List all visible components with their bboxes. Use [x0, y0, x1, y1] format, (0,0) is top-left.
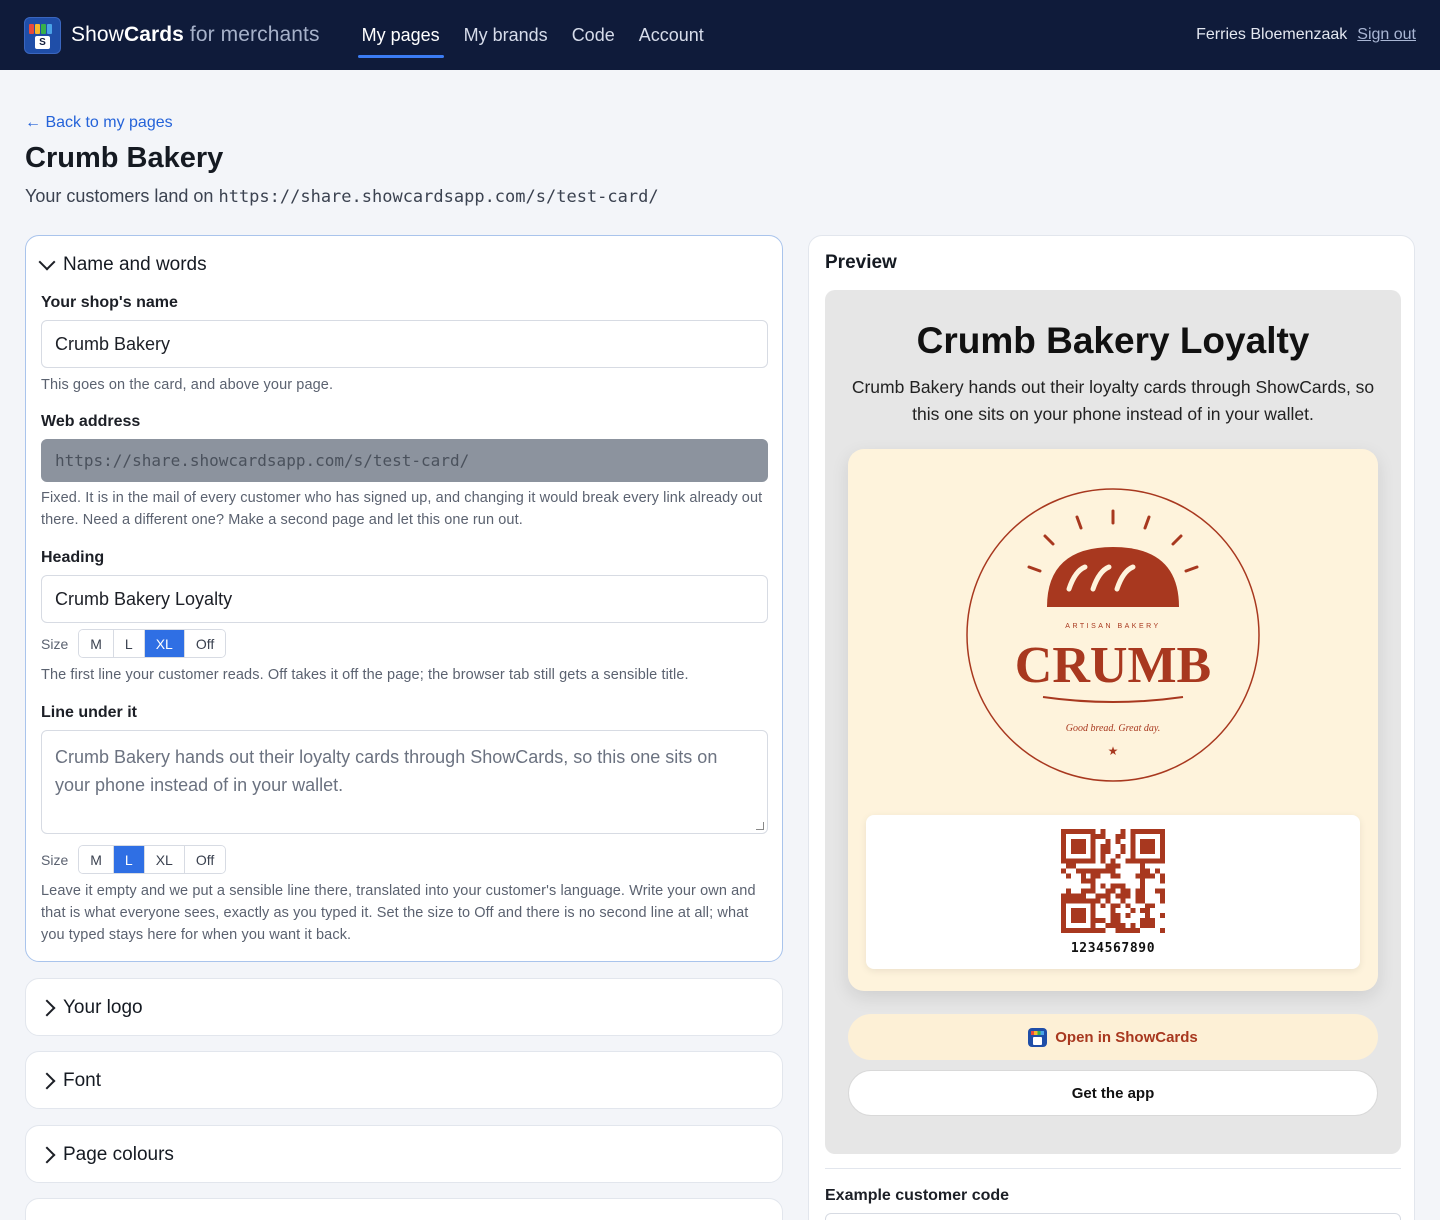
- heading-size-m[interactable]: M: [79, 630, 114, 657]
- star-icon: ★: [1108, 744, 1119, 758]
- divider: [825, 1168, 1401, 1169]
- heading-size-xl[interactable]: XL: [144, 630, 185, 657]
- back-to-my-pages-link[interactable]: ← Back to my pages: [25, 114, 173, 132]
- preview-card: ARTISAN BAKERY CRUMB Good bread. Great d…: [848, 449, 1378, 991]
- crumb-bakery-logo: ARTISAN BAKERY CRUMB Good bread. Great d…: [966, 488, 1260, 782]
- page-title: Crumb Bakery: [25, 142, 224, 174]
- customer-code: 1234567890: [1070, 941, 1156, 956]
- heading-size-label: Size: [41, 635, 69, 652]
- preview-heading: Crumb Bakery Loyalty: [916, 320, 1310, 361]
- web-address-input: https://share.showcardsapp.com/s/test-ca…: [41, 439, 768, 482]
- panel-title: Font: [63, 1070, 102, 1091]
- open-in-showcards-button[interactable]: Open in ShowCards: [848, 1014, 1378, 1060]
- heading-label: Heading: [41, 549, 105, 566]
- shop-name-field: Your shop's name Crumb Bakery This goes …: [41, 294, 768, 396]
- brand[interactable]: S ShowCards for merchants: [24, 16, 320, 54]
- logo-small-caps: ARTISAN BAKERY: [1065, 623, 1160, 630]
- line-under-label: Line under it: [41, 704, 137, 721]
- nav-code[interactable]: Code: [570, 25, 617, 46]
- barcode-box: 1234567890: [866, 815, 1360, 969]
- subtitle-prefix: Your customers land on: [25, 186, 214, 206]
- line-size-off[interactable]: Off: [184, 846, 226, 873]
- web-address-field: Web address https://share.showcardsapp.c…: [41, 413, 768, 531]
- chevron-down-icon: [38, 253, 56, 271]
- shop-name-label: Your shop's name: [41, 294, 178, 311]
- your-logo-panel[interactable]: Your logo: [25, 978, 783, 1036]
- line-size-selector: M L XL Off: [78, 845, 227, 874]
- shop-name-input[interactable]: Crumb Bakery: [41, 320, 768, 368]
- heading-size-selector: M L XL Off: [78, 629, 227, 658]
- font-panel[interactable]: Font: [25, 1051, 783, 1109]
- nav-my-pages[interactable]: My pages: [357, 25, 444, 58]
- line-under-textarea[interactable]: Crumb Bakery hands out their loyalty car…: [41, 730, 768, 834]
- brand-name: ShowCards for merchants: [71, 23, 320, 47]
- logo-wordmark: CRUMB: [1015, 637, 1211, 694]
- line-size-label: Size: [41, 851, 69, 868]
- resize-handle-icon[interactable]: [756, 822, 764, 830]
- main-nav: My pages My brands Code Account: [357, 0, 706, 70]
- panel-title: Page colours: [63, 1144, 174, 1165]
- web-address-help: Fixed. It is in the mail of every custom…: [41, 490, 763, 528]
- showcards-app-icon: S: [24, 16, 61, 54]
- page-colours-toggle[interactable]: Page colours: [26, 1126, 782, 1184]
- sign-out-link[interactable]: Sign out: [1357, 26, 1416, 44]
- open-in-showcards-label: Open in ShowCards: [1055, 1028, 1198, 1046]
- example-customer-code-input[interactable]: [825, 1213, 1401, 1220]
- page-subtitle: Your customers land on https://share.sho…: [25, 186, 659, 207]
- line-size-row: Size M L XL Off: [41, 845, 768, 874]
- panel-title: Your logo: [63, 997, 143, 1018]
- heading-size-off[interactable]: Off: [184, 630, 226, 657]
- your-logo-toggle[interactable]: Your logo: [26, 979, 782, 1037]
- chevron-right-icon: [38, 1146, 56, 1164]
- brand-cards: Cards: [123, 23, 184, 46]
- showcards-app-icon: [1028, 1027, 1048, 1047]
- chevron-right-icon: [38, 1072, 56, 1090]
- shop-name-help: This goes on the card, and above your pa…: [41, 377, 334, 393]
- top-navigation-bar: S ShowCards for merchants My pages My br…: [0, 0, 1440, 70]
- user-name: Ferries Bloemenzaak: [1196, 26, 1348, 43]
- preview-title: Preview: [825, 252, 897, 273]
- preview-panel: Preview Crumb Bakery Loyalty Crumb Baker…: [808, 235, 1415, 1220]
- nav-account[interactable]: Account: [637, 25, 706, 46]
- line-under-text: Crumb Bakery hands out their loyalty car…: [55, 747, 718, 795]
- qr-code: [1061, 829, 1165, 933]
- line-size-xl[interactable]: XL: [144, 846, 185, 873]
- user-area: Ferries Bloemenzaak Sign out: [1196, 26, 1416, 44]
- line-under-field: Line under it Crumb Bakery hands out the…: [41, 704, 768, 946]
- brand-show: Show: [71, 23, 124, 46]
- line-under-help: Leave it empty and we put a sensible lin…: [41, 883, 756, 943]
- heading-size-row: Size M L XL Off: [41, 629, 768, 658]
- name-and-words-toggle[interactable]: Name and words: [26, 236, 782, 294]
- heading-field: Heading Crumb Bakery Loyalty Size M L XL…: [41, 549, 768, 686]
- line-size-l[interactable]: L: [113, 846, 145, 873]
- subtitle-url: https://share.showcardsapp.com/s/test-ca…: [218, 187, 659, 207]
- heading-size-l[interactable]: L: [113, 630, 145, 657]
- get-the-app-button[interactable]: Get the app: [848, 1070, 1378, 1116]
- chevron-right-icon: [38, 999, 56, 1017]
- heading-input[interactable]: Crumb Bakery Loyalty: [41, 575, 768, 623]
- heading-help: The first line your customer reads. Off …: [41, 667, 689, 683]
- web-address-label: Web address: [41, 413, 141, 430]
- line-size-m[interactable]: M: [79, 846, 114, 873]
- page-colours-panel[interactable]: Page colours: [25, 1125, 783, 1183]
- nav-my-brands[interactable]: My brands: [462, 25, 550, 46]
- example-customer-code-label: Example customer code: [825, 1187, 1010, 1204]
- preview-frame: Crumb Bakery Loyalty Crumb Bakery hands …: [825, 290, 1401, 1154]
- logo-tagline: Good bread. Great day.: [1066, 723, 1161, 734]
- font-toggle[interactable]: Font: [26, 1052, 782, 1110]
- next-panel[interactable]: [25, 1198, 783, 1220]
- name-and-words-panel: Name and words Your shop's name Crumb Ba…: [25, 235, 783, 962]
- preview-line: Crumb Bakery hands out their loyalty car…: [851, 377, 1375, 424]
- brand-sub: for merchants: [189, 23, 320, 46]
- panel-title: Name and words: [63, 254, 207, 275]
